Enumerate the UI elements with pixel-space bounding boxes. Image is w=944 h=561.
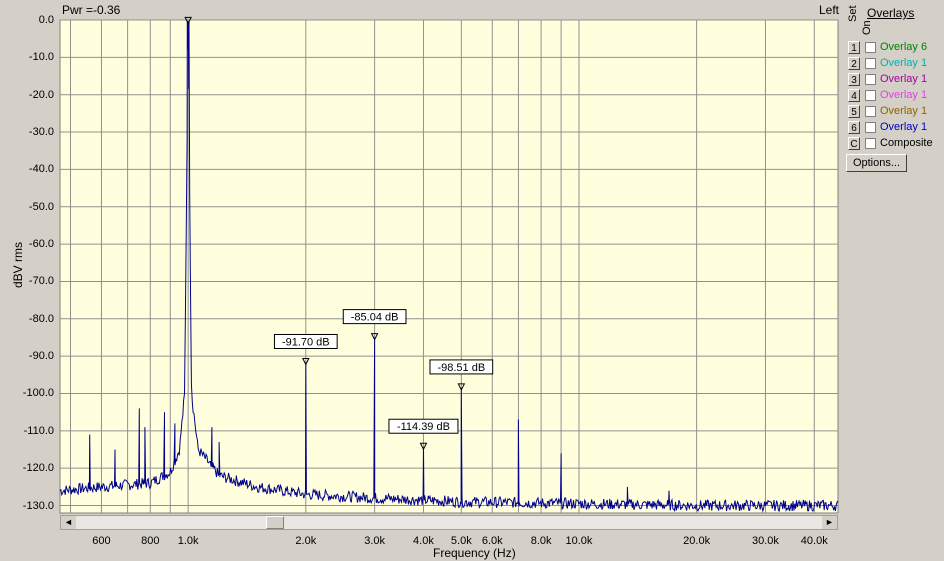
overlay-label: Composite bbox=[880, 137, 933, 149]
overlay-label: Overlay 1 bbox=[880, 105, 928, 117]
y-axis-label: dBV rms bbox=[11, 242, 25, 289]
overlay-row: C Composite bbox=[847, 136, 944, 152]
overlay-label: Overlay 1 bbox=[880, 121, 928, 133]
svg-text:-91.70 dB: -91.70 dB bbox=[282, 336, 330, 348]
y-tick-label: -40.0 bbox=[28, 163, 54, 176]
y-tick-label: -20.0 bbox=[28, 88, 54, 101]
scroll-right-button[interactable]: ► bbox=[822, 516, 837, 529]
x-tick-label: 4.0k bbox=[413, 535, 434, 547]
scroll-left-button[interactable]: ◄ bbox=[61, 516, 76, 529]
x-tick-label: 3.0k bbox=[364, 535, 386, 547]
y-tick-label: -60.0 bbox=[28, 238, 54, 251]
overlays-panel: Set On Overlays 1 Overlay 6 2 Overlay 1 3 Ove… bbox=[843, 0, 944, 561]
overlay-set-button[interactable]: C bbox=[848, 137, 860, 150]
svg-text:-98.51 dB: -98.51 dB bbox=[437, 362, 485, 374]
y-tick-label: -110.0 bbox=[23, 424, 54, 437]
y-tick-label: -80.0 bbox=[28, 312, 54, 325]
plot-area bbox=[59, 19, 839, 514]
overlay-on-checkbox[interactable] bbox=[865, 58, 876, 69]
overlay-row: 3 Overlay 1 bbox=[847, 72, 944, 88]
x-tick-label: 40.0k bbox=[800, 535, 828, 547]
x-tick-label: 20.0k bbox=[683, 535, 711, 547]
y-tick-label: -130.0 bbox=[22, 499, 54, 512]
overlay-set-button[interactable]: 2 bbox=[848, 57, 860, 70]
on-column-header: On bbox=[861, 20, 873, 35]
peak-label: -98.51 dB bbox=[429, 359, 494, 375]
options-button[interactable]: Options... bbox=[846, 154, 907, 172]
x-tick-label: 1.0k bbox=[177, 535, 199, 547]
peak-label: -114.39 dB bbox=[388, 418, 459, 434]
y-tick-label: -90.0 bbox=[28, 350, 54, 363]
x-tick-label: 30.0k bbox=[751, 535, 779, 547]
overlay-label: Overlay 1 bbox=[880, 89, 928, 101]
y-tick-label: -100.0 bbox=[22, 387, 54, 400]
overlay-label: Overlay 6 bbox=[880, 41, 928, 53]
overlay-on-checkbox[interactable] bbox=[865, 74, 876, 85]
set-column-header: Set bbox=[847, 5, 859, 22]
overlay-row: 4 Overlay 1 bbox=[847, 88, 944, 104]
overlay-set-button[interactable]: 3 bbox=[848, 73, 860, 86]
spectrum-plot: -91.70 dB -85.04 dB -114.39 dB -98.51 dB bbox=[59, 16, 839, 514]
svg-text:-114.39 dB: -114.39 dB bbox=[397, 421, 450, 433]
y-tick-label: -70.0 bbox=[28, 275, 54, 288]
scroll-thumb[interactable] bbox=[265, 516, 284, 529]
horizontal-scrollbar[interactable]: ◄ ► bbox=[60, 515, 838, 530]
x-tick-label: 8.0k bbox=[530, 535, 552, 547]
overlay-set-button[interactable]: 1 bbox=[848, 41, 860, 54]
x-tick-label: 6.0k bbox=[481, 535, 503, 547]
overlay-label: Overlay 1 bbox=[880, 73, 928, 85]
overlay-on-checkbox[interactable] bbox=[865, 42, 876, 53]
y-tick-label: -120.0 bbox=[22, 462, 54, 475]
overlay-set-button[interactable]: 5 bbox=[848, 105, 860, 118]
overlays-title: Overlays bbox=[867, 6, 915, 20]
overlay-row: 5 Overlay 1 bbox=[847, 104, 944, 120]
peak-label: -85.04 dB bbox=[342, 309, 407, 325]
peak-label: -91.70 dB bbox=[273, 333, 338, 349]
channel-label: Left bbox=[819, 3, 840, 17]
overlay-on-checkbox[interactable] bbox=[865, 106, 876, 117]
overlay-on-checkbox[interactable] bbox=[865, 90, 876, 101]
x-tick-label: 2.0k bbox=[295, 535, 317, 547]
x-axis-label: Frequency (Hz) bbox=[433, 546, 516, 560]
y-tick-label: 0.0 bbox=[38, 14, 54, 26]
overlay-row: 1 Overlay 6 bbox=[847, 40, 944, 56]
x-tick-label: 5.0k bbox=[450, 535, 472, 547]
x-tick-label: 600 bbox=[92, 535, 111, 547]
overlay-set-button[interactable]: 4 bbox=[848, 89, 860, 102]
overlay-row: 6 Overlay 1 bbox=[847, 120, 944, 136]
y-tick-label: -30.0 bbox=[28, 126, 54, 139]
x-tick-label: 10.0k bbox=[565, 535, 593, 547]
power-readout: Pwr =-0.36 bbox=[62, 3, 121, 17]
overlay-on-checkbox[interactable] bbox=[865, 122, 876, 133]
overlay-label: Overlay 1 bbox=[880, 57, 928, 69]
overlay-set-button[interactable]: 6 bbox=[848, 121, 860, 134]
overlay-on-checkbox[interactable] bbox=[865, 138, 876, 149]
overlay-row: 2 Overlay 1 bbox=[847, 56, 944, 72]
y-tick-label: -50.0 bbox=[28, 200, 54, 213]
y-tick-label: -10.0 bbox=[28, 51, 54, 64]
svg-text:-85.04 dB: -85.04 dB bbox=[351, 312, 399, 324]
x-tick-label: 800 bbox=[141, 535, 160, 547]
